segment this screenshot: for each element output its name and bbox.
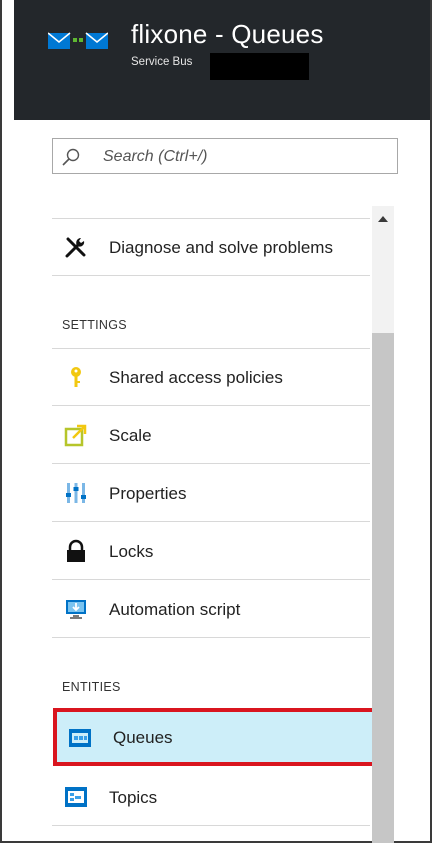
service-bus-icon [48, 32, 108, 49]
scroll-up-icon[interactable] [378, 216, 388, 222]
section-header-entities: ENTITIES [62, 680, 121, 694]
automation-script-icon [66, 600, 86, 619]
blade-title: flixone - Queues [131, 19, 324, 49]
search-placeholder: Search (Ctrl+/) [103, 148, 208, 165]
menu-item-queues[interactable]: Queues [53, 708, 377, 766]
section-header-settings: SETTINGS [62, 318, 127, 332]
menu-item-label: Scale [109, 426, 152, 445]
menu-item-label: Topics [109, 788, 158, 807]
menu-item-topics[interactable]: Topics [52, 769, 370, 826]
queues-icon [69, 729, 91, 747]
redaction-box [210, 53, 309, 80]
menu-item-diagnose[interactable]: Diagnose and solve problems [52, 219, 370, 276]
menu-item-locks[interactable]: Locks [52, 523, 370, 580]
blade-header: flixone - Queues Service Bus [14, 0, 430, 120]
scale-icon [64, 424, 87, 447]
search-input[interactable]: Search (Ctrl+/) [52, 138, 398, 174]
key-icon [71, 367, 81, 387]
blade-subtitle: Service Bus [131, 56, 193, 68]
search-icon [62, 148, 80, 166]
topics-icon [65, 787, 87, 807]
wrench-tools-icon [65, 237, 86, 258]
menu-item-label: Queues [113, 728, 173, 747]
menu-item-label: Automation script [109, 600, 241, 619]
menu-item-scale[interactable]: Scale [52, 407, 370, 464]
lock-icon [67, 539, 85, 562]
scrollbar-thumb[interactable] [372, 333, 394, 843]
menu-item-label: Shared access policies [109, 368, 283, 387]
menu-item-label: Diagnose and solve problems [109, 238, 333, 257]
menu-item-shared-access-policies[interactable]: Shared access policies [52, 349, 370, 406]
menu-item-label: Locks [109, 542, 154, 561]
properties-icon [66, 483, 86, 503]
menu-item-properties[interactable]: Properties [52, 465, 370, 522]
menu-item-automation-script[interactable]: Automation script [52, 581, 370, 638]
menu-scrollbar[interactable] [372, 206, 394, 843]
menu-item-label: Properties [109, 484, 187, 503]
